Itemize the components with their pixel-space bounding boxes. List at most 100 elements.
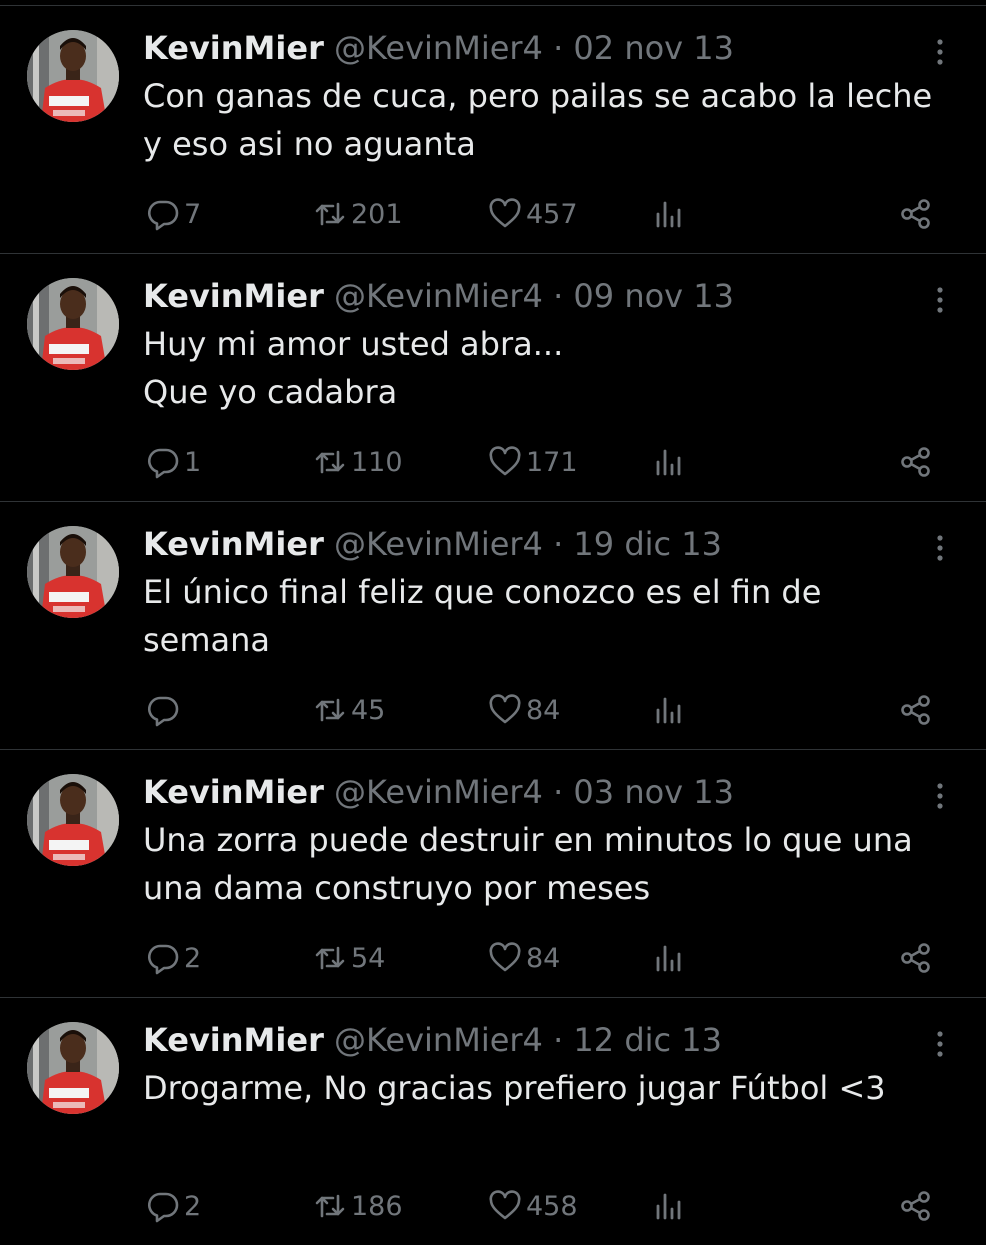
share-button[interactable]	[899, 192, 933, 236]
like-button[interactable]: 84	[488, 936, 560, 980]
reply-icon	[146, 197, 180, 231]
views-button[interactable]	[652, 688, 686, 732]
tweet[interactable]: KevinMier @KevinMier4 · 12 dic 13 Drogar…	[0, 997, 986, 1245]
user-handle[interactable]: @KevinMier4	[334, 1021, 543, 1059]
tweet-date[interactable]: 02 nov 13	[573, 29, 734, 67]
tweet[interactable]: KevinMier @KevinMier4 · 19 dic 13 El úni…	[0, 501, 986, 749]
reply-button[interactable]	[146, 688, 184, 732]
more-icon[interactable]	[925, 282, 955, 318]
share-button[interactable]	[899, 1184, 933, 1228]
like-button[interactable]: 457	[488, 192, 578, 236]
retweet-button[interactable]: 45	[313, 688, 385, 732]
tweet-date[interactable]: 19 dic 13	[573, 525, 722, 563]
reply-button[interactable]: 2	[146, 1184, 201, 1228]
retweet-button[interactable]: 54	[313, 936, 385, 980]
separator-dot: ·	[553, 29, 564, 67]
tweet-text: Drogarme, No gracias prefiero jugar Fútb…	[143, 1069, 886, 1107]
views-button[interactable]	[652, 936, 686, 980]
reply-button[interactable]: 2	[146, 936, 201, 980]
views-icon	[652, 445, 686, 479]
display-name[interactable]: KevinMier	[143, 525, 324, 563]
retweet-icon	[313, 693, 347, 727]
views-icon	[652, 693, 686, 727]
tweet-date[interactable]: 09 nov 13	[573, 277, 734, 315]
reply-icon	[146, 693, 180, 727]
reply-icon	[146, 1189, 180, 1223]
like-count: 458	[526, 1190, 578, 1222]
avatar[interactable]	[27, 1022, 119, 1114]
reply-button[interactable]: 1	[146, 440, 201, 484]
more-icon[interactable]	[925, 34, 955, 70]
more-icon[interactable]	[925, 778, 955, 814]
reply-count: 7	[184, 198, 202, 230]
reply-count: 2	[184, 942, 202, 974]
views-icon	[652, 197, 686, 231]
share-button[interactable]	[899, 688, 933, 732]
tweet-header: KevinMier @KevinMier4 · 19 dic 13	[143, 520, 722, 568]
share-button[interactable]	[899, 936, 933, 980]
views-icon	[652, 941, 686, 975]
views-button[interactable]	[652, 1184, 686, 1228]
like-count: 457	[526, 198, 578, 230]
display-name[interactable]: KevinMier	[143, 29, 324, 67]
tweet-header: KevinMier @KevinMier4 · 02 nov 13	[143, 24, 734, 72]
tweet-header: KevinMier @KevinMier4 · 03 nov 13	[143, 768, 734, 816]
like-count: 84	[526, 694, 561, 726]
share-icon	[899, 1189, 933, 1223]
reply-count: 1	[184, 446, 202, 478]
share-icon	[899, 941, 933, 975]
tweet-text: Una zorra puede destruir en minutos lo q…	[143, 821, 913, 907]
retweet-count: 201	[351, 198, 403, 230]
like-count: 84	[526, 942, 561, 974]
like-button[interactable]: 84	[488, 688, 560, 732]
heart-icon	[488, 941, 522, 975]
reply-icon	[146, 445, 180, 479]
display-name[interactable]: KevinMier	[143, 773, 324, 811]
tweet[interactable]: KevinMier @KevinMier4 · 03 nov 13 Una zo…	[0, 749, 986, 997]
separator-dot: ·	[553, 277, 564, 315]
tweet-actions: 2 54 84	[0, 936, 986, 980]
more-icon[interactable]	[925, 530, 955, 566]
like-button[interactable]: 171	[488, 440, 578, 484]
retweet-icon	[313, 941, 347, 975]
views-icon	[652, 1189, 686, 1223]
avatar[interactable]	[27, 526, 119, 618]
retweet-count: 186	[351, 1190, 403, 1222]
tweet-actions: 45 84	[0, 688, 986, 732]
tweet-actions: 7 201 457	[0, 192, 986, 236]
reply-icon	[146, 941, 180, 975]
retweet-button[interactable]: 201	[313, 192, 403, 236]
user-handle[interactable]: @KevinMier4	[334, 277, 543, 315]
heart-icon	[488, 693, 522, 727]
heart-icon	[488, 197, 522, 231]
avatar[interactable]	[27, 278, 119, 370]
retweet-button[interactable]: 110	[313, 440, 403, 484]
reply-button[interactable]: 7	[146, 192, 201, 236]
retweet-icon	[313, 445, 347, 479]
share-button[interactable]	[899, 440, 933, 484]
reply-count: 2	[184, 1190, 202, 1222]
user-handle[interactable]: @KevinMier4	[334, 29, 543, 67]
tweet-date[interactable]: 12 dic 13	[573, 1021, 722, 1059]
views-button[interactable]	[652, 192, 686, 236]
more-icon[interactable]	[925, 1026, 955, 1062]
avatar[interactable]	[27, 30, 119, 122]
tweet-header: KevinMier @KevinMier4 · 09 nov 13	[143, 272, 734, 320]
like-button[interactable]: 458	[488, 1184, 578, 1228]
avatar[interactable]	[27, 774, 119, 866]
views-button[interactable]	[652, 440, 686, 484]
separator-dot: ·	[553, 773, 564, 811]
display-name[interactable]: KevinMier	[143, 1021, 324, 1059]
tweet-actions: 2 186 458	[0, 1184, 986, 1228]
tweet-text: Con ganas de cuca, pero pailas se acabo …	[143, 77, 933, 163]
retweet-count: 45	[351, 694, 386, 726]
tweet[interactable]: KevinMier @KevinMier4 · 09 nov 13 Huy mi…	[0, 253, 986, 501]
retweet-button[interactable]: 186	[313, 1184, 403, 1228]
tweet-date[interactable]: 03 nov 13	[573, 773, 734, 811]
display-name[interactable]: KevinMier	[143, 277, 324, 315]
tweet[interactable]: KevinMier @KevinMier4 · 02 nov 13 Con ga…	[0, 5, 986, 253]
share-icon	[899, 197, 933, 231]
retweet-icon	[313, 197, 347, 231]
user-handle[interactable]: @KevinMier4	[334, 525, 543, 563]
user-handle[interactable]: @KevinMier4	[334, 773, 543, 811]
